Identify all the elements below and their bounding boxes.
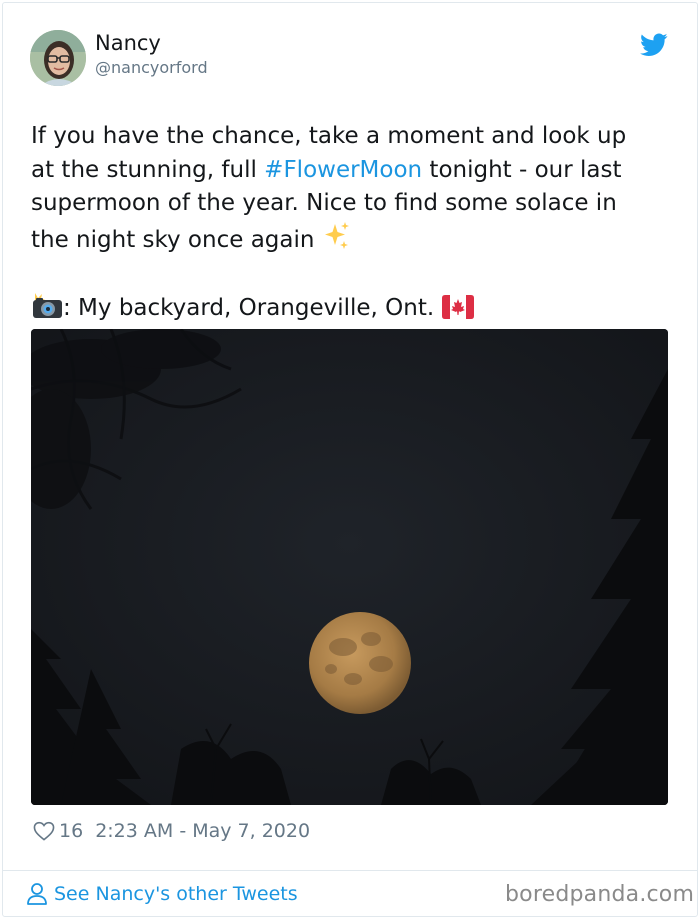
tweet-line-5-text: : My backyard, Orangeville, Ont. [63, 294, 435, 321]
see-other-tweets-label: See Nancy's other Tweets [54, 883, 298, 905]
sparkles-icon [324, 221, 349, 249]
tweet-line-2: at the stunning, full #FlowerMoon tonigh… [31, 154, 671, 188]
tweet-line-5: : My backyard, Orangeville, Ont. [31, 291, 671, 326]
tweet-timestamp[interactable]: 2:23 AM - May 7, 2020 [95, 820, 310, 842]
tweet-text: If you have the chance, take a moment an… [31, 120, 671, 325]
avatar-image [30, 30, 86, 86]
like-count: 16 [59, 820, 84, 842]
heart-icon[interactable] [33, 821, 55, 841]
camera-flash-icon [33, 292, 62, 318]
footer-divider [2, 870, 698, 871]
person-icon [27, 883, 47, 905]
tweet-line-4-text: the night sky once again [31, 226, 315, 253]
avatar[interactable] [30, 30, 86, 86]
tweet-line-4: the night sky once again [31, 221, 671, 258]
tweet-line-3: supermoon of the year. Nice to find some… [31, 190, 617, 216]
moon-photo-image [31, 329, 668, 805]
twitter-bird-icon[interactable] [640, 33, 668, 57]
tweet-meta: 16 2:23 AM - May 7, 2020 [33, 818, 310, 844]
tweet-line-2-end: tonight - our last [422, 156, 622, 183]
user-handle[interactable]: @nancyorford [95, 58, 208, 77]
hashtag-link[interactable]: #FlowerMoon [264, 157, 422, 183]
tweet-photo[interactable] [31, 329, 668, 805]
tweet-line-2-start: at the stunning, full [31, 156, 265, 183]
user-name[interactable]: Nancy [95, 31, 161, 55]
tweet-line-1: If you have the chance, take a moment an… [31, 123, 627, 149]
canada-flag-icon [441, 294, 474, 319]
watermark: boredpanda.com [505, 882, 695, 907]
see-other-tweets-link[interactable]: See Nancy's other Tweets [26, 880, 298, 908]
